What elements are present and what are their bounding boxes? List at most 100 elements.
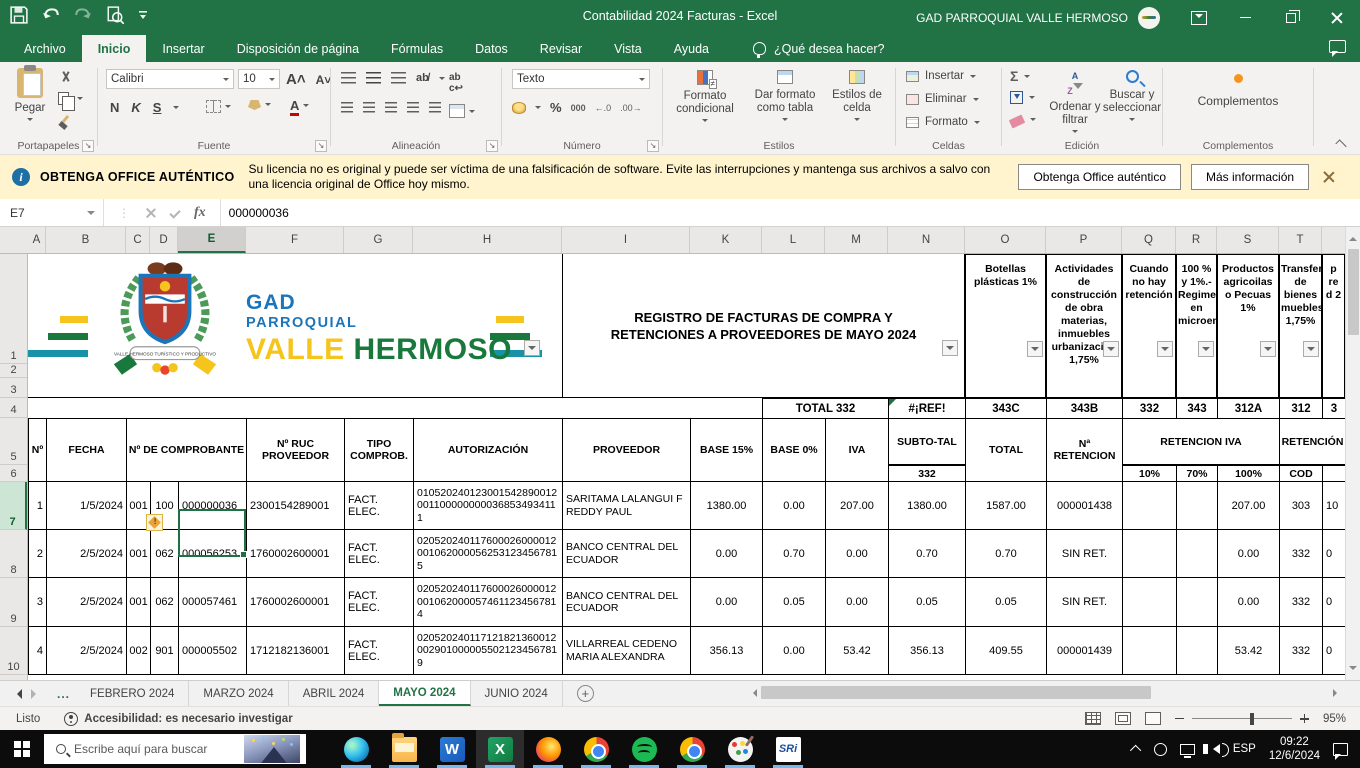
accounting-format-icon[interactable] bbox=[512, 101, 526, 114]
vertical-scrollbar[interactable] bbox=[1345, 227, 1360, 680]
sheet-tab-febrero-2024[interactable]: FEBRERO 2024 bbox=[76, 681, 190, 706]
menu-tab-f-rmulas[interactable]: Fórmulas bbox=[375, 35, 459, 62]
table-header-tipo[interactable]: TIPO COMPROB. bbox=[344, 418, 413, 482]
zoom-slider-thumb[interactable] bbox=[1249, 712, 1254, 725]
conditional-formatting-button[interactable]: Formato condicional bbox=[669, 70, 741, 125]
normal-view-button[interactable] bbox=[1084, 712, 1101, 725]
table-header-num[interactable]: Nº bbox=[28, 418, 46, 482]
font-size-combo[interactable]: 10 bbox=[238, 69, 280, 89]
previous-sheet-icon[interactable] bbox=[12, 688, 22, 699]
table-header-cod[interactable]: COD bbox=[1279, 465, 1322, 482]
menu-tab-datos[interactable]: Datos bbox=[459, 35, 524, 62]
insert-cells-button[interactable]: Insertar bbox=[906, 70, 976, 82]
align-bottom-icon[interactable] bbox=[391, 72, 406, 84]
cell-ret10-row9[interactable] bbox=[1122, 578, 1176, 627]
clipboard-dialog-launcher[interactable]: ↘ bbox=[82, 140, 94, 152]
comments-icon[interactable] bbox=[1329, 40, 1346, 57]
menu-tab-ayuda[interactable]: Ayuda bbox=[658, 35, 725, 62]
zoom-out-icon[interactable] bbox=[1174, 717, 1184, 720]
onedrive-icon[interactable] bbox=[1153, 742, 1167, 756]
row-header-10[interactable]: 10 bbox=[0, 627, 27, 675]
menu-tab-vista[interactable]: Vista bbox=[598, 35, 658, 62]
cell-subtotal-row10[interactable]: 356.13 bbox=[888, 627, 965, 675]
row-header-8[interactable]: 8 bbox=[0, 530, 27, 578]
column-header-F[interactable]: F bbox=[246, 227, 344, 253]
language-indicator[interactable]: ESP bbox=[1233, 743, 1256, 755]
increase-font-button[interactable]: A˄ bbox=[286, 71, 306, 88]
menu-tab-insertar[interactable]: Insertar bbox=[146, 35, 220, 62]
scroll-right-icon[interactable] bbox=[1333, 688, 1341, 697]
cell-ret100-row8[interactable]: 0.00 bbox=[1217, 530, 1279, 578]
cell-cod-row7[interactable]: 303 bbox=[1279, 482, 1322, 530]
cell-ret10-row7[interactable] bbox=[1122, 482, 1176, 530]
cell-total-row9[interactable]: 0.05 bbox=[965, 578, 1046, 627]
find-select-button[interactable]: Buscar y seleccionar bbox=[1103, 70, 1161, 124]
cell-total-332[interactable]: TOTAL 332 bbox=[762, 398, 888, 418]
logo-cell[interactable]: VALLE HERMOSO TURÍSTICO Y PRODUCTIVO GAD… bbox=[28, 254, 562, 398]
cell-base0-row10[interactable]: 0.00 bbox=[762, 627, 825, 675]
row-header-9[interactable]: 9 bbox=[0, 578, 27, 627]
cell-autorizacion-row10[interactable]: 0205202401171218213600120029010000055021… bbox=[413, 627, 562, 675]
table-header-base0[interactable]: BASE 0% bbox=[762, 418, 825, 482]
accessibility-status[interactable]: Accesibilidad: es necesario investigar bbox=[84, 713, 292, 725]
zoom-slider[interactable] bbox=[1174, 712, 1309, 725]
cell-code-343[interactable]: 343 bbox=[1176, 398, 1217, 418]
taskbar-app-chrome[interactable] bbox=[572, 730, 620, 768]
network-icon[interactable] bbox=[1179, 743, 1195, 758]
cell-subtotal-row8[interactable]: 0.70 bbox=[888, 530, 965, 578]
cell-proveedor-row9[interactable]: BANCO CENTRAL DEL ECUADOR bbox=[562, 578, 690, 627]
cell-base0-row8[interactable]: 0.70 bbox=[762, 530, 825, 578]
next-sheet-icon[interactable] bbox=[31, 688, 41, 699]
comma-style-button[interactable]: 000 bbox=[571, 103, 586, 113]
row-header-7[interactable]: 7 bbox=[0, 482, 27, 530]
cell-ruc-row10[interactable]: 1712182136001 bbox=[246, 627, 344, 675]
cell-cod-row8[interactable]: 332 bbox=[1279, 530, 1322, 578]
cell-total-row10[interactable]: 409.55 bbox=[965, 627, 1046, 675]
account-avatar[interactable] bbox=[1138, 6, 1160, 29]
align-right-icon[interactable] bbox=[385, 102, 397, 114]
cell-n-row8[interactable]: 2 bbox=[28, 530, 46, 578]
cell-n-row9[interactable]: 3 bbox=[28, 578, 46, 627]
account-name[interactable]: GAD PARROQUIAL VALLE HERMOSO bbox=[916, 11, 1128, 25]
column-header-G[interactable]: G bbox=[344, 227, 413, 253]
table-header-p100[interactable]: 100% bbox=[1217, 465, 1279, 482]
confirm-entry-icon[interactable] bbox=[169, 206, 181, 219]
cell-code-312[interactable]: 312 bbox=[1279, 398, 1322, 418]
table-header-p70[interactable]: 70% bbox=[1176, 465, 1217, 482]
align-middle-icon[interactable] bbox=[366, 72, 381, 84]
taskbar-app-chrome-profile[interactable] bbox=[668, 730, 716, 768]
name-box[interactable]: E7 bbox=[0, 199, 104, 226]
cell-proveedor-row8[interactable]: BANCO CENTRAL DEL ECUADOR bbox=[562, 530, 690, 578]
more-sheets-button[interactable]: ... bbox=[51, 681, 76, 706]
cell-total-row7[interactable]: 1587.00 bbox=[965, 482, 1046, 530]
minimize-button[interactable] bbox=[1222, 0, 1268, 35]
column-header-B[interactable]: B bbox=[46, 227, 126, 253]
increase-indent-icon[interactable] bbox=[429, 102, 441, 114]
cell-ret100-row10[interactable]: 53.42 bbox=[1217, 627, 1279, 675]
weather-graphic[interactable] bbox=[244, 735, 300, 763]
cell-ret70-row8[interactable] bbox=[1176, 530, 1217, 578]
page-break-view-button[interactable] bbox=[1144, 712, 1161, 725]
number-dialog-launcher[interactable]: ↘ bbox=[647, 140, 659, 152]
filter-header-cell-6[interactable]: p re d 2 bbox=[1322, 254, 1345, 398]
cell-subtotal-row9[interactable]: 0.05 bbox=[888, 578, 965, 627]
page-layout-view-button[interactable] bbox=[1114, 712, 1131, 725]
cell-comprobante-row9[interactable]: 000057461 bbox=[178, 578, 246, 627]
number-format-combo[interactable]: Texto bbox=[512, 69, 650, 89]
table-header-num_retencion[interactable]: Nª RETENCION bbox=[1046, 418, 1122, 482]
volume-icon[interactable] bbox=[1202, 743, 1229, 757]
format-painter-button[interactable] bbox=[58, 115, 72, 129]
table-header-retencion_fuente[interactable]: RETENCIÓN bbox=[1279, 418, 1345, 465]
cell-estab-row8[interactable]: 001 bbox=[126, 530, 150, 578]
filter-dropdown-icon[interactable] bbox=[942, 340, 958, 356]
zoom-in-icon[interactable] bbox=[1299, 714, 1309, 723]
cell-code-312A[interactable]: 312A bbox=[1217, 398, 1279, 418]
borders-button[interactable] bbox=[206, 100, 231, 113]
new-sheet-button[interactable]: + bbox=[576, 685, 594, 702]
column-header-H[interactable]: H bbox=[413, 227, 562, 253]
menu-tab-disposici-n-de-p-gina[interactable]: Disposición de página bbox=[221, 35, 375, 62]
cell-base15-row7[interactable]: 1380.00 bbox=[690, 482, 762, 530]
cell-base0-row9[interactable]: 0.05 bbox=[762, 578, 825, 627]
start-button[interactable] bbox=[0, 730, 44, 768]
scroll-down-icon[interactable] bbox=[1349, 666, 1357, 674]
